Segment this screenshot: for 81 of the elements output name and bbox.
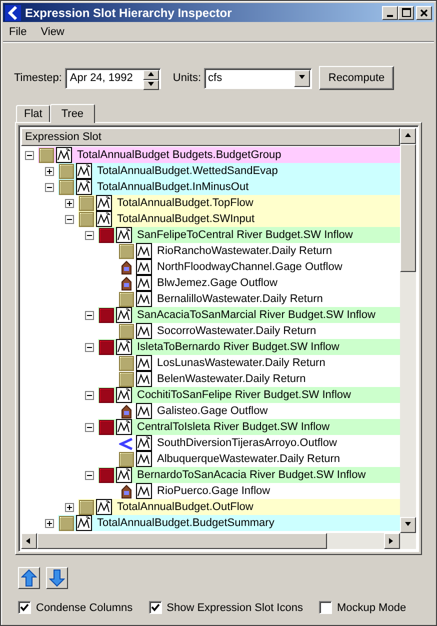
grid-icon: [99, 420, 114, 434]
app-logo-icon: [5, 4, 21, 20]
check-icon: [150, 603, 160, 612]
checkbox[interactable]: [18, 601, 31, 614]
collapse-icon[interactable]: [85, 390, 94, 400]
units-dropdown[interactable]: cfs: [204, 68, 312, 88]
table-icon: [119, 372, 134, 386]
expand-icon[interactable]: [45, 518, 54, 528]
checkbox-label[interactable]: Show Expression Slot Icons: [166, 602, 303, 614]
down-arrow-icon: [146, 80, 155, 88]
collapse-icon[interactable]: [25, 150, 34, 160]
menu-item[interactable]: View: [40, 26, 64, 38]
table-icon: [59, 516, 74, 530]
expand-icon[interactable]: [65, 502, 74, 512]
tab[interactable]: Flat: [16, 105, 50, 122]
tree-item-label[interactable]: LosLunasWastewater.Daily Return: [157, 357, 326, 369]
grid-icon: [99, 340, 114, 354]
gage-house-icon: [119, 484, 134, 498]
tree-item-label[interactable]: BelenWastewater.Daily Return: [157, 373, 306, 385]
minimize-button[interactable]: [382, 6, 398, 20]
tab[interactable]: Tree: [50, 104, 95, 123]
tree-item-label[interactable]: AlbuquerqueWastewater.Daily Return: [157, 453, 340, 465]
tree-item-label[interactable]: RioRanchoWastewater.Daily Return: [157, 245, 332, 257]
gage-house-icon: [119, 276, 134, 290]
collapse-icon[interactable]: [85, 422, 94, 432]
units-label: Units:: [172, 72, 202, 84]
table-icon: [119, 244, 134, 258]
vertical-scrollbar[interactable]: [400, 128, 416, 533]
close-icon: [420, 8, 428, 16]
tree-item-label[interactable]: NorthFloodwayChannel.Gage Outflow: [157, 261, 342, 273]
table-icon: [119, 324, 134, 338]
gage-house-icon: [119, 404, 134, 418]
collapse-icon[interactable]: [85, 310, 94, 320]
minimize-icon: [387, 14, 393, 16]
checkbox-label[interactable]: Mockup Mode: [336, 602, 406, 614]
check-icon: [20, 603, 29, 612]
expand-icon[interactable]: [45, 166, 54, 176]
tree-item-label[interactable]: Galisteo.Gage Outflow: [157, 405, 268, 417]
table-icon: [119, 292, 134, 306]
maximize-button[interactable]: [398, 6, 414, 20]
tree-item-label[interactable]: BlwJemez.Gage Outflow: [157, 277, 278, 289]
grid-icon: [99, 228, 114, 242]
checkbox[interactable]: [148, 601, 162, 614]
move-up-button[interactable]: [18, 567, 40, 589]
tree-item-label[interactable]: SouthDiversionTijerasArroyo.Outflow: [157, 437, 337, 449]
tree-item-label[interactable]: RioPuerco.Gage Inflow: [157, 485, 270, 497]
tree-item-label[interactable]: BernalilloWastewater.Daily Return: [157, 293, 323, 305]
move-down-button[interactable]: [46, 567, 68, 589]
tree-item-label[interactable]: SocorroWastewater.Daily Return: [157, 325, 316, 337]
grid-icon: [99, 468, 114, 482]
window-title: Expression Slot Hierarchy Inspector: [25, 6, 233, 20]
down-arrow-icon: [49, 569, 65, 587]
close-button[interactable]: [416, 6, 432, 20]
table-icon: [119, 356, 134, 370]
timestep-label: Timestep:: [14, 72, 62, 84]
grid-icon: [99, 388, 114, 402]
checkbox-label[interactable]: Condense Columns: [36, 602, 133, 614]
up-arrow-icon: [21, 569, 37, 587]
collapse-icon[interactable]: [45, 182, 54, 192]
table-icon: [119, 452, 134, 466]
gage-house-icon: [119, 260, 134, 274]
grid-icon: [99, 308, 114, 322]
table-icon: [59, 164, 74, 178]
timestep-field[interactable]: Apr 24, 1992: [64, 68, 161, 88]
expand-icon[interactable]: [65, 198, 74, 208]
collapse-icon[interactable]: [85, 230, 94, 240]
checkbox[interactable]: [318, 601, 332, 614]
left-arrow-icon: [25, 537, 33, 545]
up-arrow-icon: [146, 70, 155, 78]
maximize-icon: [402, 8, 410, 17]
horizontal-scrollbar[interactable]: [21, 533, 416, 549]
diversion-icon: [119, 436, 134, 450]
up-arrow-icon: [404, 132, 412, 140]
column-header[interactable]: Expression Slot: [21, 128, 400, 146]
menu-item[interactable]: File: [9, 26, 27, 38]
collapse-icon[interactable]: [85, 342, 94, 352]
collapse-icon[interactable]: [65, 214, 74, 224]
collapse-icon[interactable]: [85, 470, 94, 480]
table-icon: [59, 180, 74, 194]
table-icon: [39, 148, 54, 162]
recompute-button[interactable]: Recompute: [319, 66, 394, 90]
